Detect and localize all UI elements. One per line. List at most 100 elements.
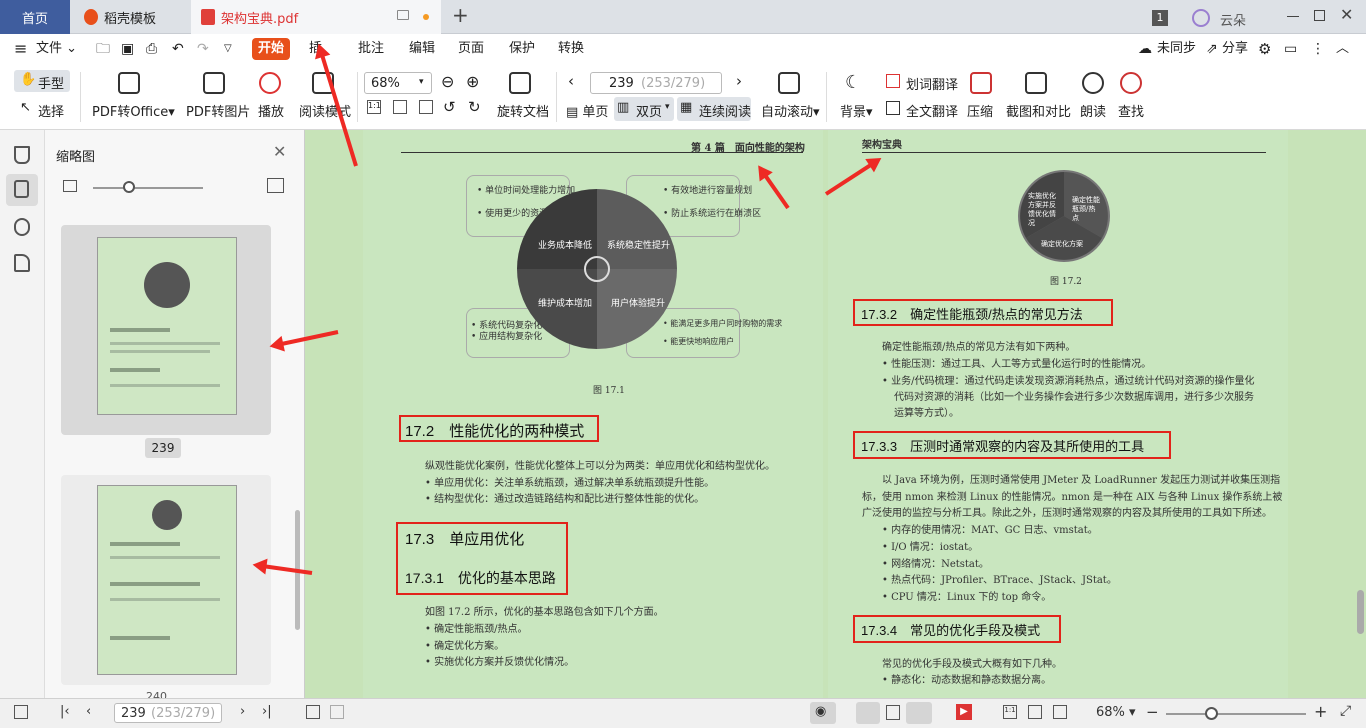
full-translate-button[interactable]: 全文翻译 [906,101,958,120]
screenshot-compare-icon[interactable] [1025,72,1047,94]
page-number-input[interactable]: 239 (253/279) [590,72,722,94]
collapse-ribbon-icon[interactable]: ︿ [1336,34,1349,64]
zoom-in-icon[interactable]: + [1314,702,1327,721]
menu-start[interactable]: 开始 [252,38,290,60]
share-button[interactable]: 分享 [1222,34,1248,64]
hand-tool-button[interactable]: ✋ 手型 [14,70,70,92]
fit-width-icon[interactable] [1053,705,1067,719]
find-button[interactable]: 查找 [1118,101,1144,120]
window-icon[interactable] [397,10,409,20]
large-image-icon[interactable] [267,178,284,193]
next-page-icon[interactable]: › [240,704,245,719]
read-aloud-icon[interactable] [1082,72,1104,94]
save-icon[interactable]: ▣ [121,34,134,64]
word-translate-icon[interactable] [886,74,900,88]
zoom-in-icon[interactable]: ⊕ [466,72,479,91]
zoom-select[interactable]: 68% ▾ [364,72,432,94]
auto-scroll-icon[interactable] [778,72,800,94]
back-icon[interactable] [306,705,320,719]
thumbnail-page-240[interactable] [61,475,271,685]
toggle-sidebar-icon[interactable] [14,705,28,719]
settings-gear-icon[interactable]: ⚙ [1258,34,1271,64]
read-aloud-button[interactable]: 朗读 [1080,101,1106,120]
forward-icon[interactable] [330,705,344,719]
close-panel-icon[interactable]: ✕ [273,142,286,161]
thumbnail-size-slider[interactable] [93,187,203,189]
tab-home[interactable]: 首页 [0,0,70,34]
continuous-view-button[interactable] [856,702,880,724]
pdf-to-image-button[interactable]: PDF转图片 [186,101,250,120]
restore-icon[interactable] [1314,10,1325,21]
thumbnail-page-239[interactable] [61,225,271,435]
prev-page-icon[interactable]: ‹ [568,72,574,90]
compress-button[interactable]: 压缩 [967,101,993,120]
rotate-document-icon[interactable] [509,72,531,94]
new-tab-plus-icon[interactable]: + [452,3,469,27]
fit-width-icon[interactable] [419,100,433,114]
small-image-icon[interactable] [63,180,77,192]
print-icon[interactable]: ⎙ [146,34,157,64]
document-scrollbar[interactable] [1357,590,1364,634]
zoom-slider-handle[interactable] [1205,707,1218,720]
find-icon[interactable] [1120,72,1142,94]
bookmark-icon[interactable] [14,146,30,164]
actual-size-icon[interactable]: 1:1 [1003,705,1017,719]
first-page-icon[interactable]: |‹ [60,704,70,719]
tab-document[interactable]: 架构宝典.pdf [191,0,441,34]
play-button[interactable]: 播放 [258,101,284,120]
open-folder-icon[interactable]: 🗀 [96,34,110,64]
comment-icon[interactable]: ▭ [1284,34,1297,64]
pdf-to-image-icon[interactable] [203,72,225,94]
pdf-to-office-icon[interactable] [118,72,140,94]
undo-icon[interactable]: ↶ [172,34,184,64]
rotate-right-icon[interactable]: ↻ [468,98,481,116]
background-button[interactable]: 背景▾ [840,101,873,120]
zoom-out-icon[interactable]: − [1146,703,1159,721]
full-translate-icon[interactable] [886,101,900,115]
menu-page[interactable]: 页面 [458,34,484,64]
eye-protect-button[interactable]: ◉ [810,702,836,724]
double-view-button[interactable] [906,702,932,724]
menu-protect[interactable]: 保护 [509,34,535,64]
hamburger-icon[interactable]: ≡ [14,34,27,64]
rotate-left-icon[interactable]: ↺ [443,98,456,116]
attachment-icon[interactable] [14,218,30,236]
auto-scroll-button[interactable]: 自动滚动▾ [761,101,820,120]
last-page-icon[interactable]: ›| [262,704,272,719]
screenshot-compare-button[interactable]: 截图和对比 [1006,101,1071,120]
fullscreen-icon[interactable]: ⤢ [1340,703,1351,719]
moon-icon[interactable]: ☾ [845,72,861,93]
prev-page-icon[interactable]: ‹ [86,704,91,719]
zoom-slider[interactable] [1166,713,1306,715]
share-icon[interactable]: ⇗ [1206,34,1218,64]
user-avatar-icon[interactable] [1192,9,1210,27]
next-page-icon[interactable]: › [736,72,742,90]
compress-icon[interactable] [970,72,992,94]
more-options-icon[interactable]: ⋮ [1311,34,1325,64]
word-translate-button[interactable]: 划词翻译 [906,74,958,93]
fit-page-icon[interactable] [393,100,407,114]
single-page-button[interactable]: ▤ 单页 [566,101,608,120]
more-dropdown-icon[interactable]: ▽ [224,34,232,64]
pdf-to-office-button[interactable]: PDF转Office▾ [92,101,175,120]
select-tool-button[interactable]: ↖ 选择 [14,98,70,120]
sync-status[interactable]: 未同步 [1157,34,1196,64]
zoom-level[interactable]: 68% ▾ [1096,705,1136,720]
page-count-badge[interactable]: 1 [1152,10,1168,26]
double-page-button[interactable]: ▥ 双页 ▾ [614,97,674,121]
menu-edit[interactable]: 编辑 [409,34,435,64]
play-icon[interactable]: ▶ [956,704,972,720]
cloud-icon[interactable]: ☁ [1138,34,1152,64]
slider-handle[interactable] [123,181,135,193]
fit-page-icon[interactable] [1028,705,1042,719]
play-icon[interactable] [259,72,281,94]
signature-icon[interactable] [14,254,30,272]
menu-annotate[interactable]: 批注 [358,34,384,64]
user-name[interactable]: 云朵 [1220,10,1246,29]
redo-icon[interactable]: ↷ [197,34,209,64]
actual-size-icon[interactable]: 1:1 [367,100,381,114]
menu-convert[interactable]: 转换 [558,34,584,64]
thumbnail-tab[interactable] [6,174,38,206]
zoom-out-icon[interactable]: ⊖ [441,72,454,91]
tab-template[interactable]: 稻壳模板 [72,0,190,34]
